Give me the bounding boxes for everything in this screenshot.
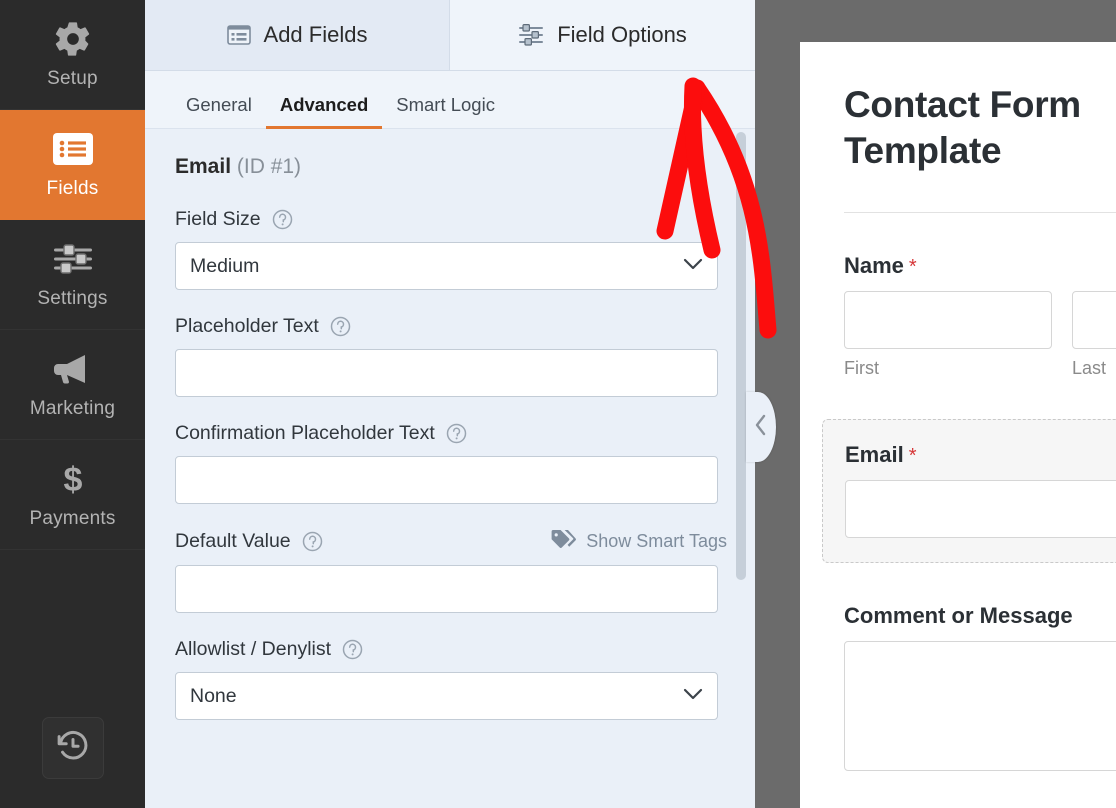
preview-email-input[interactable] xyxy=(845,480,1116,538)
subtab-advanced[interactable]: Advanced xyxy=(266,94,382,128)
help-icon[interactable] xyxy=(302,531,323,552)
preview-field-label: Name xyxy=(844,253,904,278)
option-label-row: Placeholder Text xyxy=(175,315,727,338)
tag-icon xyxy=(550,529,576,554)
field-options-sliders-icon xyxy=(518,24,544,46)
preview-field-label-row: Email* xyxy=(845,442,1116,468)
help-icon[interactable] xyxy=(272,209,293,230)
form-revisions-button[interactable] xyxy=(42,717,104,779)
required-asterisk: * xyxy=(909,256,917,278)
sidebar-item-setup[interactable]: Setup xyxy=(0,0,145,110)
option-default-value: Default Value xyxy=(175,529,727,613)
option-confirmation-placeholder-text: Confirmation Placeholder Text xyxy=(175,422,727,504)
sliders-icon xyxy=(51,239,95,279)
tab-label: Field Options xyxy=(557,22,687,48)
field-size-select[interactable]: Medium xyxy=(175,242,718,290)
option-label-row: Allowlist / Denylist xyxy=(175,638,727,661)
gear-icon xyxy=(51,19,95,59)
help-icon[interactable] xyxy=(330,316,351,337)
preview-field-email[interactable]: Email* xyxy=(822,419,1116,563)
option-allowlist-denylist: Allowlist / Denylist None xyxy=(175,638,727,720)
form-preview-card: Contact Form Template Name* First Last xyxy=(800,42,1116,808)
help-icon[interactable] xyxy=(446,423,467,444)
panel-tab-bar: Add Fields Field Options xyxy=(145,0,755,71)
option-placeholder-text: Placeholder Text xyxy=(175,315,727,397)
allowlist-denylist-value: None xyxy=(190,685,237,708)
preview-last-name-sublabel: Last xyxy=(1072,358,1116,379)
subtab-general[interactable]: General xyxy=(172,94,266,128)
preview-first-name-input[interactable] xyxy=(844,291,1052,349)
preview-field-label-row: Comment or Message xyxy=(844,603,1116,629)
option-field-size: Field Size Medium xyxy=(175,208,727,290)
help-icon[interactable] xyxy=(342,639,363,660)
add-fields-icon xyxy=(227,25,251,45)
form-builder-screen: Setup Fields xyxy=(0,0,1116,808)
sidebar-item-settings[interactable]: Settings xyxy=(0,220,145,330)
sidebar-item-label: Payments xyxy=(29,508,115,530)
preview-field-label-row: Name* xyxy=(844,253,1116,279)
panel-subtab-bar: General Advanced Smart Logic xyxy=(145,71,755,129)
chevron-down-icon xyxy=(683,257,703,275)
field-heading-id: (ID #1) xyxy=(237,155,301,178)
field-size-value: Medium xyxy=(190,255,259,278)
show-smart-tags-button[interactable]: Show Smart Tags xyxy=(550,529,727,554)
sidebar-item-marketing[interactable]: Marketing xyxy=(0,330,145,440)
required-asterisk: * xyxy=(909,445,917,467)
option-label: Allowlist / Denylist xyxy=(175,638,331,661)
preview-name-inputs: First Last xyxy=(844,291,1116,379)
show-smart-tags-label: Show Smart Tags xyxy=(586,531,727,552)
tab-add-fields[interactable]: Add Fields xyxy=(145,0,450,70)
confirmation-placeholder-text-input[interactable] xyxy=(175,456,718,504)
dollar-icon: $ xyxy=(51,459,95,499)
preview-field-comment[interactable]: Comment or Message xyxy=(844,603,1116,771)
field-options-panel: Add Fields Field Options General xyxy=(145,0,755,808)
chevron-left-icon xyxy=(753,413,769,442)
sidebar-item-fields[interactable]: Fields xyxy=(0,110,145,220)
tab-field-options[interactable]: Field Options xyxy=(450,0,755,70)
default-value-input[interactable] xyxy=(175,565,718,613)
option-label-row: Default Value xyxy=(175,529,727,554)
option-label-row: Field Size xyxy=(175,208,727,231)
tab-label: Add Fields xyxy=(264,22,368,48)
option-label-row: Confirmation Placeholder Text xyxy=(175,422,727,445)
fields-list-icon xyxy=(51,129,95,169)
preview-field-name[interactable]: Name* First Last xyxy=(844,253,1116,379)
left-sidebar: Setup Fields xyxy=(0,0,145,808)
sidebar-item-label: Setup xyxy=(47,68,98,90)
preview-first-name-sublabel: First xyxy=(844,358,1052,379)
sidebar-item-label: Fields xyxy=(47,178,99,200)
option-label: Placeholder Text xyxy=(175,315,319,338)
preview-comment-textarea[interactable] xyxy=(844,641,1116,771)
option-label: Default Value xyxy=(175,530,291,553)
svg-text:$: $ xyxy=(63,461,82,499)
form-preview-title: Contact Form Template xyxy=(844,82,1116,175)
field-heading-name: Email xyxy=(175,155,231,178)
sidebar-spacer xyxy=(0,550,145,688)
option-label: Confirmation Placeholder Text xyxy=(175,422,435,445)
form-title-divider xyxy=(844,212,1116,213)
preview-field-label: Comment or Message xyxy=(844,603,1073,628)
preview-last-name-input[interactable] xyxy=(1072,291,1116,349)
sidebar-item-label: Settings xyxy=(37,288,107,310)
preview-first-name-col: First xyxy=(844,291,1052,379)
preview-last-name-col: Last xyxy=(1072,291,1116,379)
preview-field-label: Email xyxy=(845,442,904,467)
sidebar-item-label: Marketing xyxy=(30,398,115,420)
placeholder-text-input[interactable] xyxy=(175,349,718,397)
allowlist-denylist-select[interactable]: None xyxy=(175,672,718,720)
option-label: Field Size xyxy=(175,208,261,231)
sidebar-item-payments[interactable]: $ Payments xyxy=(0,440,145,550)
sidebar-history-area xyxy=(0,688,145,808)
panel-body: Email (ID #1) Field Size Mediu xyxy=(145,129,755,808)
subtab-smart-logic[interactable]: Smart Logic xyxy=(382,94,509,128)
panel-scrollbar-thumb[interactable] xyxy=(736,132,746,580)
field-heading: Email (ID #1) xyxy=(175,155,727,179)
chevron-down-icon xyxy=(683,687,703,705)
history-clock-icon xyxy=(56,729,90,768)
megaphone-icon xyxy=(51,349,95,389)
